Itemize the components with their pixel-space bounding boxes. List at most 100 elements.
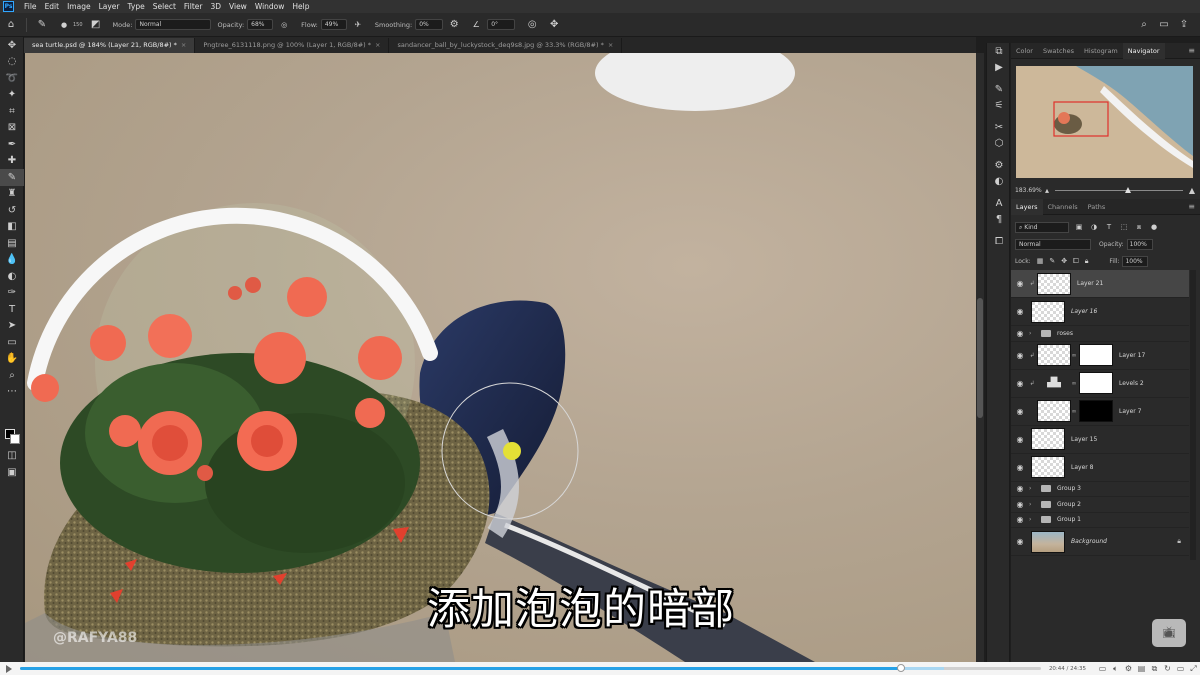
eye-icon[interactable]: ◉ bbox=[1011, 329, 1029, 338]
search-icon[interactable]: ⌕ bbox=[1137, 18, 1151, 32]
pen-tool-icon[interactable]: ✑ bbox=[0, 285, 24, 302]
healing-tool-icon[interactable]: ✚ bbox=[0, 153, 24, 170]
chevron-right-icon[interactable]: › bbox=[1029, 485, 1037, 492]
layer-row[interactable]: ◉ Layer 8 bbox=[1011, 454, 1189, 482]
layer-row[interactable]: ◉ Layer 16 bbox=[1011, 298, 1189, 326]
lock-icon[interactable]: 🔒︎ bbox=[1177, 537, 1181, 546]
opacity-field[interactable]: 68% bbox=[247, 19, 274, 30]
eye-icon[interactable]: ◉ bbox=[1011, 379, 1029, 388]
document-canvas[interactable]: 添加泡泡的暗部 @RAFYA88 bbox=[25, 53, 976, 662]
menu-layer[interactable]: Layer bbox=[95, 2, 124, 11]
history-panel-icon[interactable]: ⧉ bbox=[987, 43, 1011, 59]
close-icon[interactable]: × bbox=[608, 41, 613, 49]
tab-sea-turtle[interactable]: sea turtle.psd @ 184% (Layer 21, RGB/8#)… bbox=[24, 38, 196, 53]
menu-view[interactable]: View bbox=[225, 2, 251, 11]
move-tool-icon[interactable]: ✥ bbox=[0, 37, 24, 54]
gear-icon[interactable]: ⚙ bbox=[447, 18, 461, 32]
zoom-slider-knob[interactable] bbox=[1125, 186, 1132, 193]
properties-panel-icon[interactable]: ⚙ bbox=[987, 157, 1011, 173]
blend-mode-select[interactable]: Normal bbox=[1015, 238, 1091, 250]
home-icon[interactable]: ⌂ bbox=[4, 18, 18, 32]
menu-select[interactable]: Select bbox=[149, 2, 180, 11]
tab-sandancer[interactable]: sandancer_ball_by_luckystock_deq9s8.jpg … bbox=[389, 38, 623, 53]
lock-artboard-icon[interactable]: ⧠ bbox=[1073, 257, 1079, 266]
layer-row[interactable]: ◉ Background 🔒︎ bbox=[1011, 528, 1189, 556]
crop-tool-icon[interactable]: ⌗ bbox=[0, 103, 24, 120]
progress-knob[interactable] bbox=[897, 664, 906, 672]
loop-icon[interactable]: ↻ bbox=[1161, 664, 1174, 674]
layer-opacity-field[interactable]: 100% bbox=[1126, 238, 1153, 250]
tab-layers[interactable]: Layers bbox=[1011, 198, 1043, 215]
smoothing-field[interactable]: 0% bbox=[415, 19, 444, 30]
danmaku-icon[interactable]: ▭ bbox=[1096, 664, 1109, 674]
layer-name[interactable]: Levels 2 bbox=[1119, 380, 1144, 387]
zoom-tool-icon[interactable]: ⌕ bbox=[0, 367, 24, 384]
brush-preset-icon[interactable]: ● bbox=[57, 18, 71, 32]
type-tool-icon[interactable]: T bbox=[0, 301, 24, 318]
chevron-right-icon[interactable]: › bbox=[1029, 516, 1037, 523]
layer-fill-field[interactable]: 100% bbox=[1122, 255, 1149, 267]
brush-panel-icon[interactable]: ✎ bbox=[987, 81, 1011, 97]
adjustment-filter-icon[interactable]: ◑ bbox=[1089, 223, 1099, 231]
adjustments-panel-icon[interactable]: ⚟ bbox=[987, 97, 1011, 113]
smart-object-filter-icon[interactable]: ⧈ bbox=[1134, 223, 1144, 232]
menu-3d[interactable]: 3D bbox=[206, 2, 225, 11]
settings-icon[interactable]: ⚙ bbox=[1122, 664, 1135, 674]
chevron-right-icon[interactable]: › bbox=[1029, 501, 1037, 508]
layer-group-row[interactable]: ◉ › Group 2 bbox=[1011, 497, 1189, 513]
eye-icon[interactable]: ◉ bbox=[1011, 500, 1029, 509]
layer-group-row[interactable]: ◉ › roses bbox=[1011, 326, 1189, 342]
chevron-right-icon[interactable]: › bbox=[1029, 330, 1037, 337]
eye-icon[interactable]: ◉ bbox=[1011, 435, 1029, 444]
lock-all-icon[interactable]: 🔒︎ bbox=[1085, 257, 1089, 266]
tab-navigator[interactable]: Navigator bbox=[1122, 42, 1165, 59]
panel-menu-icon[interactable]: ≡ bbox=[1188, 46, 1195, 55]
zoom-slider[interactable] bbox=[1055, 186, 1183, 193]
blur-tool-icon[interactable]: 💧 bbox=[0, 252, 24, 269]
layer-mask-thumbnail[interactable] bbox=[1079, 372, 1113, 394]
zoom-value[interactable]: 183.69% bbox=[1015, 187, 1045, 194]
brush-settings-icon[interactable]: ◩ bbox=[89, 18, 103, 32]
layer-mask-thumbnail[interactable] bbox=[1079, 400, 1113, 422]
eye-icon[interactable]: ◉ bbox=[1011, 463, 1029, 472]
fullscreen-icon[interactable]: ⤢ bbox=[1187, 664, 1200, 674]
link-icon[interactable]: ∞ bbox=[1071, 352, 1077, 359]
type-filter-icon[interactable]: T bbox=[1104, 223, 1114, 231]
3d-panel-icon[interactable]: ⬡ bbox=[987, 135, 1011, 151]
marquee-tool-icon[interactable]: ◌ bbox=[0, 54, 24, 71]
kind-filter-select[interactable]: ⌕ Kind bbox=[1015, 221, 1069, 233]
layer-name[interactable]: Layer 16 bbox=[1071, 308, 1097, 315]
zoom-out-icon[interactable]: ▴ bbox=[1045, 186, 1049, 195]
pressure-opacity-icon[interactable]: ◎ bbox=[277, 18, 291, 32]
eye-icon[interactable]: ◉ bbox=[1011, 484, 1029, 493]
workspace-icon[interactable]: ▭ bbox=[1157, 18, 1171, 32]
share-icon[interactable]: ⇪ bbox=[1177, 18, 1191, 32]
layer-row[interactable]: ◉ ↲ Layer 21 bbox=[1011, 270, 1189, 298]
close-icon[interactable]: × bbox=[181, 41, 186, 49]
eye-icon[interactable]: ◉ bbox=[1011, 279, 1029, 288]
flow-field[interactable]: 49% bbox=[320, 19, 347, 30]
tool-presets-icon[interactable]: ✂ bbox=[987, 119, 1011, 135]
widescreen-icon[interactable]: ▭ bbox=[1174, 664, 1187, 674]
scrollbar-thumb[interactable] bbox=[977, 298, 983, 418]
layer-row[interactable]: ◉ ∞ Layer 7 bbox=[1011, 398, 1189, 426]
paragraph-panel-icon[interactable]: ¶ bbox=[987, 211, 1011, 227]
hand-tool-icon[interactable]: ✋ bbox=[0, 351, 24, 368]
tab-color[interactable]: Color bbox=[1011, 43, 1038, 59]
menu-filter[interactable]: Filter bbox=[180, 2, 207, 11]
lock-transparency-icon[interactable]: ▦ bbox=[1037, 257, 1044, 265]
eye-icon[interactable]: ◉ bbox=[1011, 307, 1029, 316]
tab-swatches[interactable]: Swatches bbox=[1038, 43, 1079, 59]
symmetry-icon[interactable]: ✥ bbox=[547, 18, 561, 32]
close-icon[interactable]: × bbox=[375, 41, 380, 49]
actions-panel-icon[interactable]: ▶ bbox=[987, 59, 1011, 75]
layer-name[interactable]: Group 3 bbox=[1057, 485, 1081, 492]
eye-icon[interactable]: ◉ bbox=[1011, 537, 1029, 546]
layer-name[interactable]: Layer 21 bbox=[1077, 280, 1103, 287]
panel-menu-icon[interactable]: ≡ bbox=[1188, 202, 1195, 211]
quick-select-tool-icon[interactable]: ✦ bbox=[0, 87, 24, 104]
airbrush-icon[interactable]: ✈ bbox=[351, 18, 365, 32]
eyedropper-tool-icon[interactable]: ✒ bbox=[0, 136, 24, 153]
brush-icon[interactable]: ✎ bbox=[35, 18, 49, 32]
lock-pixels-icon[interactable]: ✎ bbox=[1049, 257, 1055, 265]
